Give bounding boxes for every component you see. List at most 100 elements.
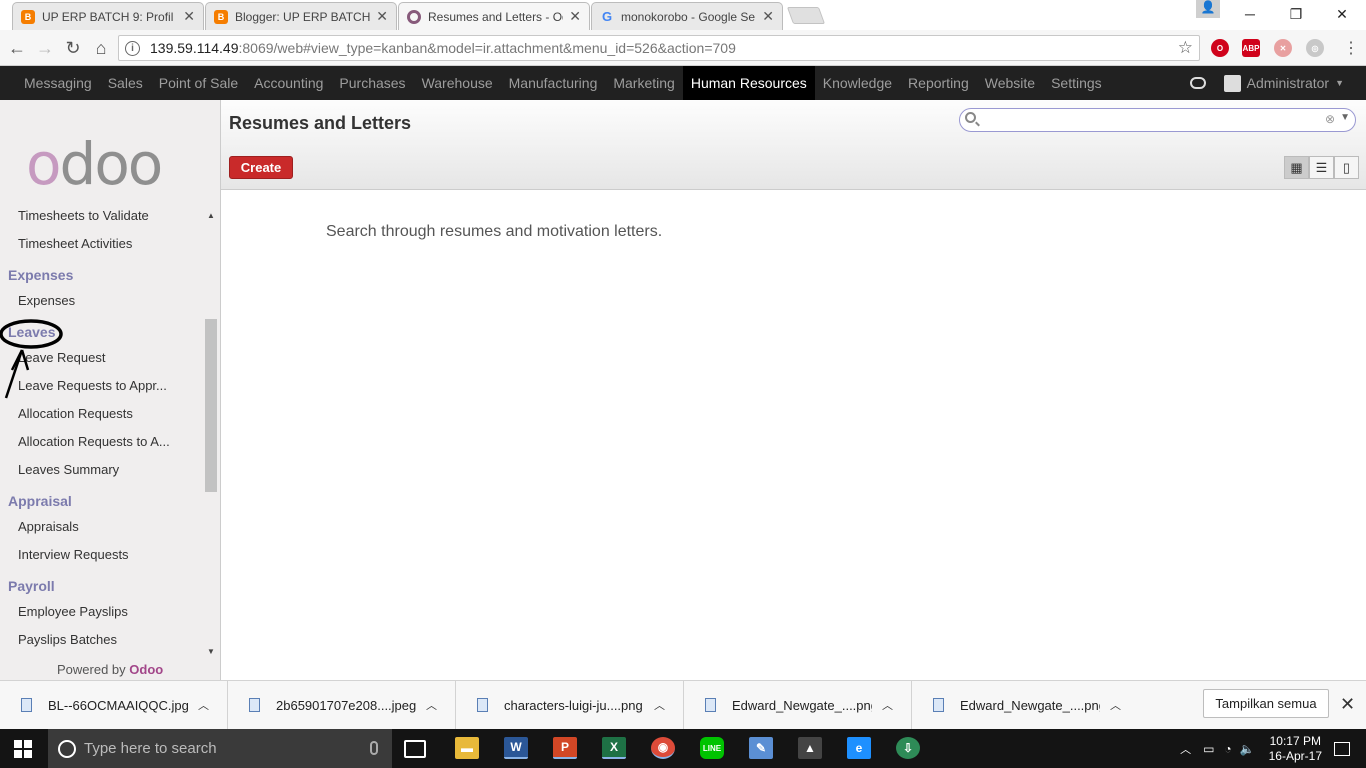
sidebar-item-employee-payslips[interactable]: Employee Payslips: [18, 604, 128, 619]
word-icon[interactable]: W: [504, 737, 528, 759]
menu-sales[interactable]: Sales: [100, 66, 151, 100]
scroll-down-icon[interactable]: ▼: [207, 647, 215, 656]
chevron-up-icon[interactable]: ︿: [426, 697, 437, 713]
download-item[interactable]: characters-luigi-ju....png ︿: [456, 681, 684, 729]
wifi-icon[interactable]: ◔: [1224, 742, 1231, 756]
search-input[interactable]: ⊗ ▼: [959, 108, 1356, 132]
close-window-icon[interactable]: ✕: [1319, 0, 1365, 28]
sidebar-item-payslips-batches[interactable]: Payslips Batches: [18, 632, 117, 647]
sidebar-item-allocation-requests-to-approve[interactable]: Allocation Requests to A...: [18, 434, 170, 449]
sidebar-item-timesheet-activities[interactable]: Timesheet Activities: [18, 236, 132, 251]
profile-icon[interactable]: 👤: [1196, 0, 1220, 18]
menu-knowledge[interactable]: Knowledge: [815, 66, 900, 100]
download-item[interactable]: 2b65901707e208....jpeg ︿: [228, 681, 456, 729]
chat-icon[interactable]: [1189, 77, 1206, 89]
scroll-up-icon[interactable]: ▲: [207, 211, 215, 220]
clock[interactable]: 10:17 PM 16-Apr-17: [1269, 734, 1322, 764]
browser-tab-active[interactable]: Resumes and Letters - Od ✕: [398, 2, 590, 30]
windows-start-icon[interactable]: [14, 740, 32, 758]
close-tab-icon[interactable]: ✕: [376, 8, 388, 25]
user-menu[interactable]: Administrator: [1247, 75, 1329, 91]
sidebar-item-allocation-requests[interactable]: Allocation Requests: [18, 406, 133, 421]
menu-marketing[interactable]: Marketing: [605, 66, 682, 100]
menu-reporting[interactable]: Reporting: [900, 66, 977, 100]
paint-icon[interactable]: ✎: [749, 737, 773, 759]
browser-tabstrip: B UP ERP BATCH 9: Profil P ✕ B Blogger: …: [0, 0, 1366, 30]
browser-tab[interactable]: B Blogger: UP ERP BATCH 9 ✕: [205, 2, 397, 30]
close-tab-icon[interactable]: ✕: [183, 8, 195, 25]
menu-accounting[interactable]: Accounting: [246, 66, 331, 100]
browser-tab[interactable]: B UP ERP BATCH 9: Profil P ✕: [12, 2, 204, 30]
chevron-up-icon[interactable]: ︿: [882, 697, 893, 713]
chrome-menu-icon[interactable]: ⋮: [1340, 37, 1362, 59]
menu-website[interactable]: Website: [977, 66, 1043, 100]
taskbar-search-input[interactable]: Type here to search: [48, 729, 392, 768]
powered-by-odoo-link[interactable]: Odoo: [129, 662, 163, 677]
download-item[interactable]: Edward_Newgate_....png ︿: [912, 681, 1140, 729]
excel-icon[interactable]: X: [602, 737, 626, 759]
menu-purchases[interactable]: Purchases: [331, 66, 413, 100]
globe-download-icon[interactable]: ⇩: [896, 737, 920, 759]
opera-icon[interactable]: O: [1211, 39, 1229, 57]
show-all-downloads-button[interactable]: Tampilkan semua: [1203, 689, 1329, 718]
photos-icon[interactable]: ▲: [798, 737, 822, 759]
chevron-up-icon[interactable]: ︿: [1110, 697, 1121, 713]
close-tab-icon[interactable]: ✕: [762, 8, 774, 25]
back-arrow-icon[interactable]: ←: [6, 37, 28, 59]
sidebar-scrollbar[interactable]: [205, 319, 217, 492]
download-filename: 2b65901707e208....jpeg: [276, 697, 416, 713]
chevron-up-icon[interactable]: ︿: [198, 697, 209, 713]
menu-messaging[interactable]: Messaging: [16, 66, 100, 100]
notifications-icon[interactable]: [1334, 741, 1350, 756]
powerpoint-icon[interactable]: P: [553, 737, 577, 759]
minimize-icon[interactable]: ─: [1227, 0, 1273, 28]
extension-icon[interactable]: ◎: [1306, 39, 1324, 57]
chrome-icon[interactable]: ◉: [651, 737, 675, 759]
sidebar-item-expenses[interactable]: Expenses: [18, 293, 75, 308]
sidebar-item-interview-requests[interactable]: Interview Requests: [18, 547, 129, 562]
bookmark-star-icon[interactable]: ☆: [1178, 38, 1193, 58]
internet-explorer-icon[interactable]: e: [847, 737, 871, 759]
odoo-logo[interactable]: odoo: [26, 130, 163, 198]
adblock-icon[interactable]: ABP: [1242, 39, 1260, 57]
download-item[interactable]: Edward_Newgate_....png ︿: [684, 681, 912, 729]
close-downloads-icon[interactable]: ✕: [1340, 694, 1355, 715]
create-button[interactable]: Create: [229, 156, 293, 179]
site-info-icon[interactable]: i: [125, 40, 140, 56]
battery-icon[interactable]: ▭: [1203, 742, 1214, 756]
menu-settings[interactable]: Settings: [1043, 66, 1110, 100]
home-icon[interactable]: ⌂: [90, 37, 112, 59]
volume-icon[interactable]: 🔈: [1240, 742, 1255, 756]
download-item[interactable]: BL--66OCMAAIQQC.jpg ︿: [0, 681, 228, 729]
sidebar-item-leaves-summary[interactable]: Leaves Summary: [18, 462, 119, 477]
task-view-icon[interactable]: [404, 740, 426, 758]
form-view-icon[interactable]: ▯: [1334, 156, 1359, 179]
menu-warehouse[interactable]: Warehouse: [414, 66, 501, 100]
restore-icon[interactable]: ❐: [1273, 0, 1319, 28]
sidebar-item-timesheets-to-validate[interactable]: Timesheets to Validate: [18, 208, 149, 223]
list-view-icon[interactable]: ☰: [1309, 156, 1334, 179]
menu-point-of-sale[interactable]: Point of Sale: [151, 66, 246, 100]
menu-human-resources[interactable]: Human Resources: [682, 66, 815, 100]
clear-search-icon[interactable]: ⊗: [1325, 112, 1335, 126]
microphone-icon[interactable]: [370, 741, 378, 755]
search-options-caret-icon[interactable]: ▼: [1340, 112, 1350, 123]
chevron-up-icon[interactable]: ︿: [654, 697, 665, 713]
line-icon[interactable]: LINE: [700, 737, 724, 759]
close-tab-icon[interactable]: ✕: [569, 8, 581, 25]
chevron-up-icon[interactable]: ︿: [1180, 741, 1191, 757]
address-bar[interactable]: i 139.59.114.49:8069/web#view_type=kanba…: [118, 35, 1200, 61]
extension-icon[interactable]: ✕: [1274, 39, 1292, 57]
menu-manufacturing[interactable]: Manufacturing: [501, 66, 606, 100]
powered-by-label: Powered by: [57, 662, 126, 677]
cortana-icon: [58, 739, 76, 758]
browser-tab[interactable]: G monokorobo - Google Se ✕: [591, 2, 783, 30]
sidebar-item-appraisals[interactable]: Appraisals: [18, 519, 79, 534]
forward-arrow-icon[interactable]: →: [34, 37, 56, 59]
tab-title: monokorobo - Google Se: [621, 9, 756, 24]
reload-icon[interactable]: ↻: [62, 37, 84, 59]
file-explorer-icon[interactable]: ▬: [455, 737, 479, 759]
new-tab-button[interactable]: [786, 7, 826, 24]
google-icon: G: [601, 9, 613, 24]
kanban-view-icon[interactable]: ▦: [1284, 156, 1309, 179]
